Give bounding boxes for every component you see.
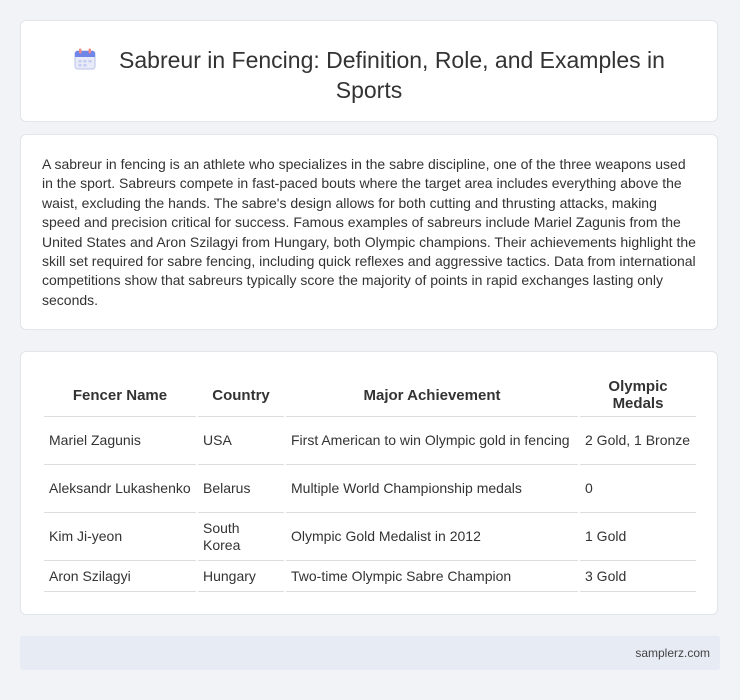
cell-olympic-medals: 2 Gold, 1 Bronze bbox=[580, 417, 696, 465]
cell-country: South Korea bbox=[198, 513, 284, 561]
cell-fencer-name: Kim Ji-yeon bbox=[44, 513, 196, 561]
table-row: Aron Szilagyi Hungary Two-time Olympic S… bbox=[44, 561, 696, 592]
cell-fencer-name: Aleksandr Lukashenko bbox=[44, 465, 196, 513]
cell-major-achievement: First American to win Olympic gold in fe… bbox=[286, 417, 578, 465]
footer-site-link[interactable]: samplerz.com bbox=[635, 646, 710, 660]
cell-country: USA bbox=[198, 417, 284, 465]
summary-card: A sabreur in fencing is an athlete who s… bbox=[20, 134, 718, 330]
page-title-wrap: Sabreur in Fencing: Definition, Role, an… bbox=[61, 45, 677, 105]
cell-olympic-medals: 0 bbox=[580, 465, 696, 513]
column-header-olympic-medals: Olympic Medals bbox=[580, 374, 696, 417]
table-header-row: Fencer Name Country Major Achievement Ol… bbox=[44, 374, 696, 417]
cell-major-achievement: Multiple World Championship medals bbox=[286, 465, 578, 513]
table-row: Mariel Zagunis USA First American to win… bbox=[44, 417, 696, 465]
table-card: Fencer Name Country Major Achievement Ol… bbox=[20, 351, 718, 615]
title-card: Sabreur in Fencing: Definition, Role, an… bbox=[20, 20, 718, 122]
cell-major-achievement: Two-time Olympic Sabre Champion bbox=[286, 561, 578, 592]
cell-major-achievement: Olympic Gold Medalist in 2012 bbox=[286, 513, 578, 561]
cell-olympic-medals: 3 Gold bbox=[580, 561, 696, 592]
cell-country: Belarus bbox=[198, 465, 284, 513]
cell-fencer-name: Mariel Zagunis bbox=[44, 417, 196, 465]
column-header-fencer-name: Fencer Name bbox=[44, 374, 196, 417]
table-row: Kim Ji-yeon South Korea Olympic Gold Med… bbox=[44, 513, 696, 561]
calendar-icon bbox=[74, 48, 96, 70]
table-row: Aleksandr Lukashenko Belarus Multiple Wo… bbox=[44, 465, 696, 513]
cell-olympic-medals: 1 Gold bbox=[580, 513, 696, 561]
cell-country: Hungary bbox=[198, 561, 284, 592]
page-title: Sabreur in Fencing: Definition, Role, an… bbox=[119, 47, 665, 103]
footer-bar: samplerz.com bbox=[20, 636, 720, 670]
column-header-major-achievement: Major Achievement bbox=[286, 374, 578, 417]
summary-paragraph: A sabreur in fencing is an athlete who s… bbox=[42, 156, 696, 308]
column-header-country: Country bbox=[198, 374, 284, 417]
fencers-table: Fencer Name Country Major Achievement Ol… bbox=[42, 374, 698, 592]
cell-fencer-name: Aron Szilagyi bbox=[44, 561, 196, 592]
